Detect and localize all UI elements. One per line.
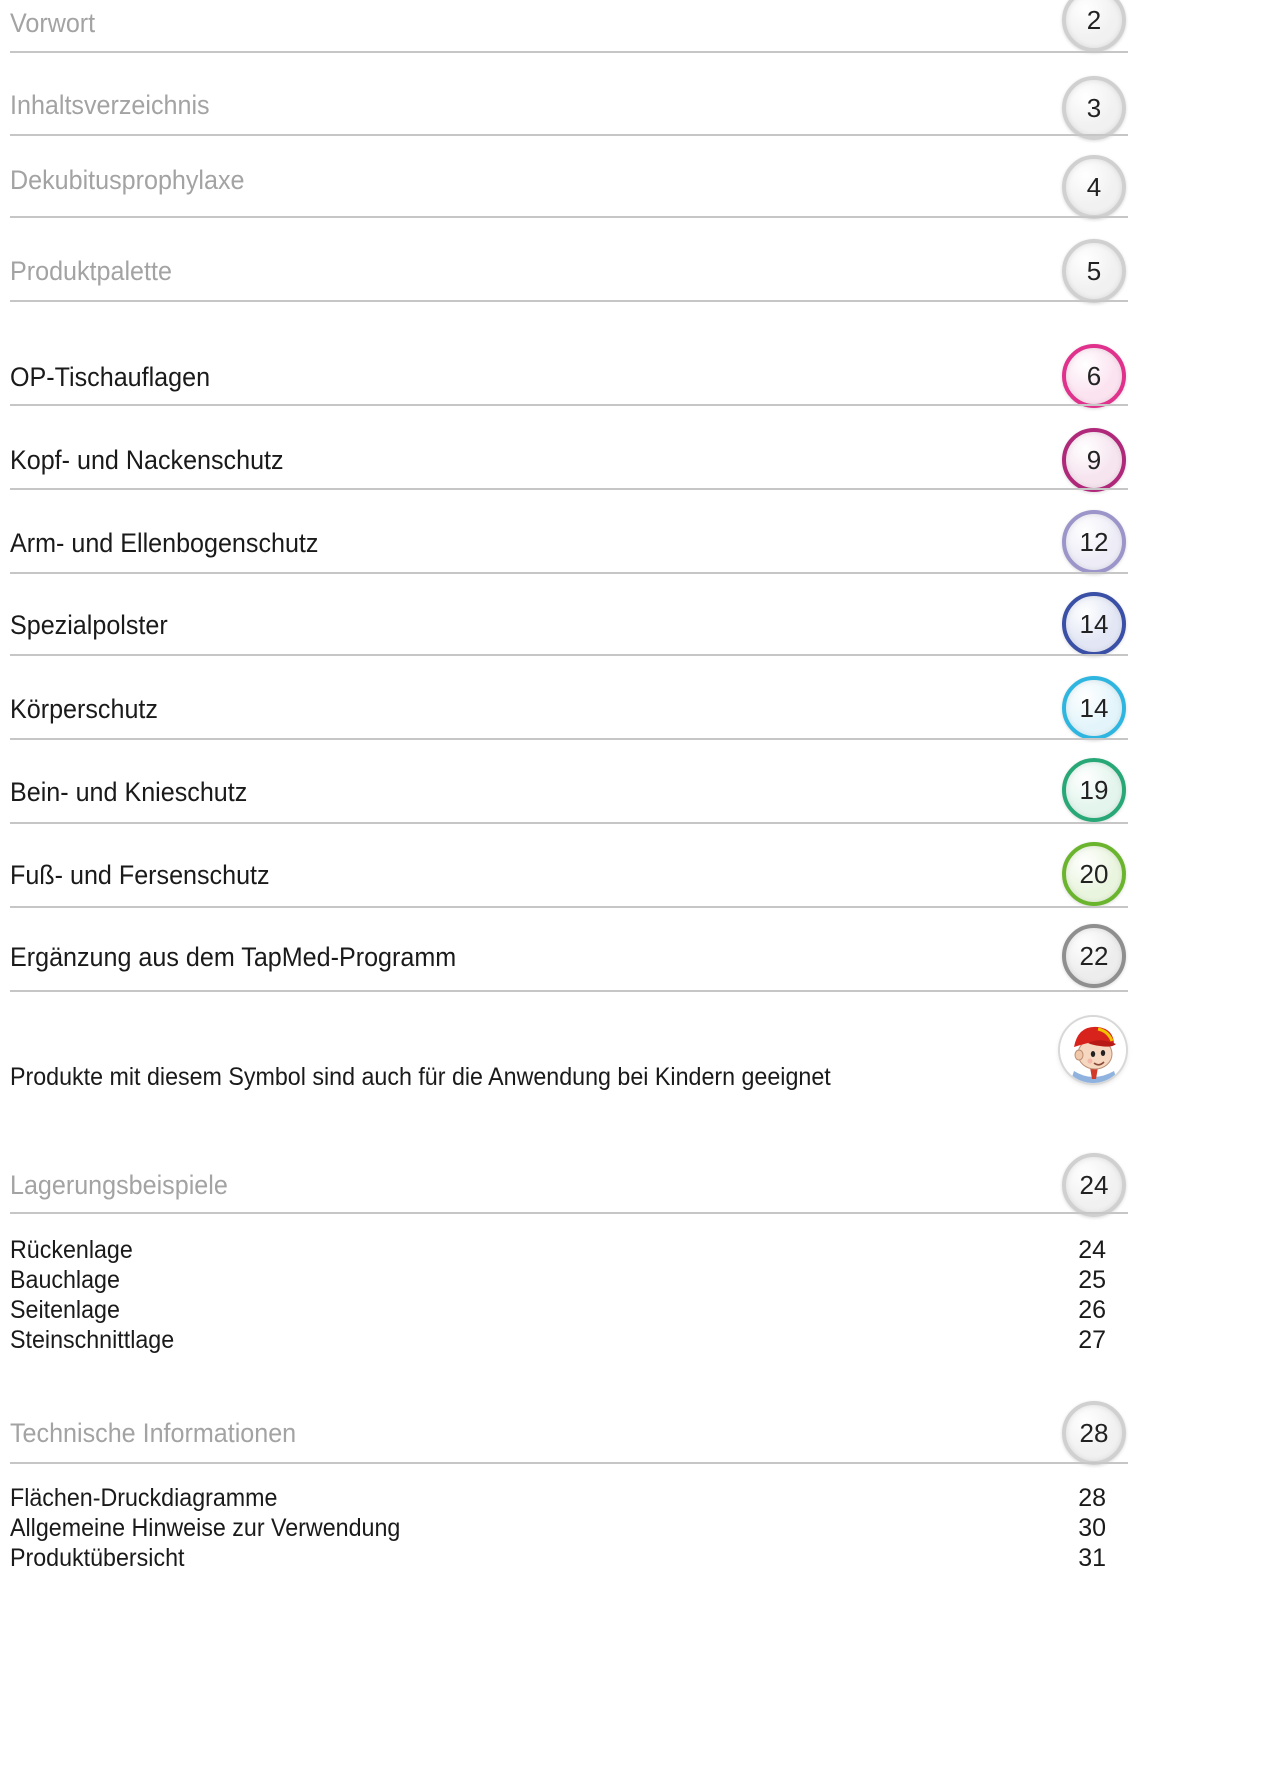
technik-sublist: Flächen-Druckdiagramme 28 Allgemeine Hinw…	[10, 1484, 1106, 1574]
toc-row-title: Fuß- und Fersenschutz	[10, 860, 270, 890]
list-item[interactable]: Flächen-Druckdiagramme 28	[10, 1484, 1106, 1514]
toc-row-spezialpolster[interactable]: Spezialpolster 14	[10, 584, 1128, 660]
toc-row-title: Ergänzung aus dem TapMed-Programm	[10, 942, 457, 972]
divider	[10, 822, 1128, 824]
toc-row-ergaenzung-tapmed[interactable]: Ergänzung aus dem TapMed-Programm 22	[10, 918, 1128, 994]
page-number: 14	[1079, 608, 1109, 639]
divider	[10, 216, 1128, 218]
page-number: 24	[1079, 1169, 1109, 1200]
page-badge: 2	[1062, 0, 1126, 52]
page-number: 28	[1079, 1417, 1109, 1448]
page-badge: 6	[1062, 344, 1126, 408]
page-number: 4	[1086, 171, 1102, 202]
toc-row-arm-ellenbogenschutz[interactable]: Arm- und Ellenbogenschutz 12	[10, 502, 1128, 578]
page-badge: 19	[1062, 758, 1126, 822]
toc-row-op-tischauflagen[interactable]: OP-Tischauflagen 6	[10, 334, 1128, 410]
list-item[interactable]: Seitenlage 26	[10, 1296, 1106, 1326]
toc-row-fuss-fersenschutz[interactable]: Fuß- und Fersenschutz 20	[10, 836, 1128, 912]
toc-row-title: Spezialpolster	[10, 610, 168, 640]
list-item[interactable]: Bauchlage 25	[10, 1266, 1106, 1296]
list-item-title: Produktübersicht	[10, 1544, 185, 1572]
toc-row-dekubitusprophylaxe[interactable]: Dekubitusprophylaxe 4	[10, 150, 1128, 222]
page-badge: 3	[1062, 76, 1126, 140]
page-number: 12	[1079, 526, 1109, 557]
divider	[10, 906, 1128, 908]
list-item-title: Steinschnittlage	[10, 1326, 175, 1354]
toc-row-vorwort[interactable]: Vorwort 2	[10, 0, 1128, 54]
list-item-page: 31	[1078, 1544, 1106, 1572]
child-face-icon	[1060, 1017, 1126, 1083]
toc-row-title: Arm- und Ellenbogenschutz	[10, 528, 319, 558]
list-item[interactable]: Allgemeine Hinweise zur Verwendung 30	[10, 1514, 1106, 1544]
list-item-title: Bauchlage	[10, 1266, 120, 1294]
divider	[10, 134, 1128, 136]
list-item[interactable]: Produktübersicht 31	[10, 1544, 1106, 1574]
list-item-title: Allgemeine Hinweise zur Verwendung	[10, 1514, 401, 1542]
toc-row-produktpalette[interactable]: Produktpalette 5	[10, 236, 1128, 308]
toc-row-title: Lagerungsbeispiele	[10, 1170, 228, 1200]
divider	[10, 1462, 1128, 1464]
toc-row-title: Vorwort	[10, 8, 96, 38]
toc-row-title: Technische Informationen	[10, 1418, 297, 1448]
divider	[10, 572, 1128, 574]
list-item[interactable]: Rückenlage 24	[10, 1236, 1106, 1266]
toc-row-title: Kopf- und Nackenschutz	[10, 445, 284, 475]
page-number: 20	[1079, 858, 1109, 889]
toc-row-koerperschutz[interactable]: Körperschutz 14	[10, 668, 1128, 744]
page-badge: 12	[1062, 510, 1126, 574]
page-badge: 22	[1062, 924, 1126, 988]
kids-note: Produkte mit diesem Symbol sind auch für…	[10, 1063, 831, 1091]
toc-row-bein-knieschutz[interactable]: Bein- und Knieschutz 19	[10, 752, 1128, 828]
page-number: 6	[1086, 360, 1102, 391]
page-badge: 9	[1062, 428, 1126, 492]
divider	[10, 404, 1128, 406]
page-number: 22	[1079, 940, 1109, 971]
toc-row-title: Bein- und Knieschutz	[10, 777, 248, 807]
page-number: 14	[1079, 692, 1109, 723]
list-item-page: 26	[1078, 1296, 1106, 1324]
page-badge: 14	[1062, 676, 1126, 740]
divider	[10, 488, 1128, 490]
divider	[10, 654, 1128, 656]
divider	[10, 51, 1128, 53]
page-number: 9	[1086, 444, 1102, 475]
toc-row-title: Produktpalette	[10, 256, 172, 286]
list-item-title: Seitenlage	[10, 1296, 120, 1324]
toc-row-inhaltsverzeichnis[interactable]: Inhaltsverzeichnis 3	[10, 70, 1128, 140]
page-badge: 5	[1062, 239, 1126, 303]
toc-row-title: OP-Tischauflagen	[10, 362, 211, 392]
divider	[10, 300, 1128, 302]
page-badge: 28	[1062, 1401, 1126, 1465]
lagerung-sublist: Rückenlage 24 Bauchlage 25 Seitenlage 26 St…	[10, 1236, 1106, 1356]
divider	[10, 990, 1128, 992]
page-badge: 24	[1062, 1153, 1126, 1217]
divider	[10, 738, 1128, 740]
page-number: 19	[1079, 774, 1109, 805]
list-item-page: 27	[1078, 1326, 1106, 1354]
page-number: 5	[1086, 255, 1102, 286]
list-item-title: Rückenlage	[10, 1236, 133, 1264]
toc-row-lagerungsbeispiele[interactable]: Lagerungsbeispiele 24	[10, 1146, 1128, 1217]
list-item-page: 24	[1078, 1236, 1106, 1264]
list-item-page: 28	[1078, 1484, 1106, 1512]
toc-row-technische-informationen[interactable]: Technische Informationen 28	[10, 1394, 1128, 1465]
page-badge: 20	[1062, 842, 1126, 906]
page-number: 3	[1086, 92, 1102, 123]
list-item-page: 30	[1078, 1514, 1106, 1542]
page-number: 2	[1086, 4, 1102, 35]
list-item-page: 25	[1078, 1266, 1106, 1294]
toc-row-kopf-nackenschutz[interactable]: Kopf- und Nackenschutz 9	[10, 418, 1128, 494]
toc-row-title: Dekubitusprophylaxe	[10, 165, 245, 195]
toc-row-title: Körperschutz	[10, 694, 158, 724]
divider	[10, 1212, 1128, 1214]
toc-row-title: Inhaltsverzeichnis	[10, 90, 210, 120]
list-item-title: Flächen-Druckdiagramme	[10, 1484, 278, 1512]
page-badge: 4	[1062, 155, 1126, 219]
list-item[interactable]: Steinschnittlage 27	[10, 1326, 1106, 1356]
page-badge: 14	[1062, 592, 1126, 656]
